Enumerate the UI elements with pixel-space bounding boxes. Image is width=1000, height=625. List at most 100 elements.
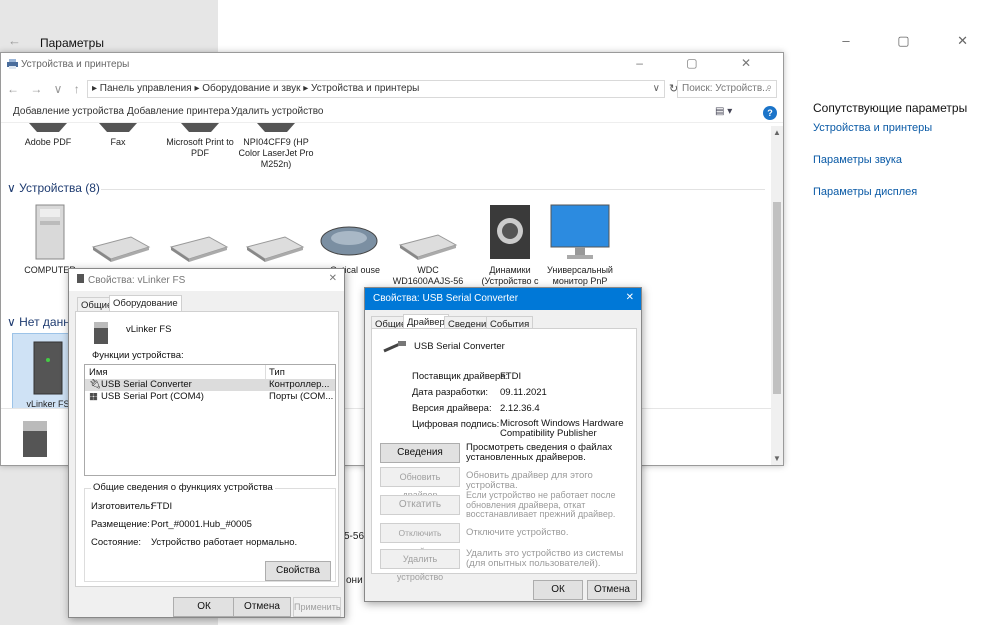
link-devices-printers[interactable]: Устройства и принтеры: [813, 122, 993, 134]
nav-arrows[interactable]: ← → ∨ ↑: [7, 82, 84, 96]
device-computer[interactable]: COMPUTER: [11, 203, 89, 276]
uninstall-device-button[interactable]: Удалить устройство: [380, 549, 460, 582]
device-name: USB Serial Converter: [414, 341, 505, 352]
manufacturer-value: FTDI: [151, 501, 173, 512]
manufacturer-label: Изготовитель:: [91, 501, 153, 512]
driver-details-button[interactable]: Сведения: [380, 443, 460, 463]
signer-label: Цифровая подпись:: [412, 419, 500, 430]
add-device-button[interactable]: Добавление устройства: [13, 106, 124, 117]
usb-plug-icon: 🔌︎: [89, 379, 102, 390]
properties-button[interactable]: Свойства: [265, 561, 331, 581]
ok-button[interactable]: ОК: [173, 597, 235, 617]
rollback-button[interactable]: Откатить: [380, 495, 460, 515]
group-divider: [101, 189, 765, 190]
functions-table[interactable]: Имя Тип 🔌︎ USB Serial Converter Контролл…: [84, 364, 336, 476]
device-label: NPI04CFF9 (HP Color LaserJet Pro M252n): [238, 137, 314, 169]
disable-device-button[interactable]: Отключить устройство: [380, 523, 460, 556]
remove-device-button[interactable]: Удалить устройство: [231, 106, 323, 117]
version-label: Версия драйвера:: [412, 403, 492, 414]
address-bar[interactable]: ▸ Панель управления ▸ Оборудование и зву…: [87, 80, 665, 98]
row-name: USB Serial Port (COM4): [101, 391, 204, 402]
back-icon[interactable]: ←: [8, 33, 21, 48]
device-speakers[interactable]: Динамики (Устройство с: [471, 203, 549, 287]
dialog-title: Свойства: vLinker FS: [88, 275, 186, 286]
printer-hp[interactable]: NPI04CFF9 (HP Color LaserJet Pro M252n): [237, 123, 315, 170]
column-separator: [265, 365, 266, 379]
printer-icon: [181, 123, 219, 132]
dp-window-controls[interactable]: – ▢ ✕: [636, 56, 771, 70]
scroll-down-icon[interactable]: ▼: [773, 454, 781, 463]
fax-icon: [99, 123, 137, 132]
close-icon[interactable]: ✕: [329, 273, 337, 284]
cancel-button[interactable]: Отмена: [233, 597, 291, 617]
vlinker-properties-dialog: Свойства: vLinker FS ✕ Общие Оборудовани…: [68, 268, 345, 618]
status-label: Состояние:: [91, 537, 142, 548]
search-placeholder: Поиск: Устройств...: [682, 83, 771, 94]
date-label: Дата разработки:: [412, 387, 489, 398]
rollback-desc: Если устройство не работает после обновл…: [466, 490, 616, 519]
details-device-icon: [23, 421, 47, 457]
devices-group-header[interactable]: ∨ Устройства (8): [7, 181, 100, 195]
dialog-titlebar: Свойства: USB Serial Converter ✕: [365, 288, 641, 310]
view-options-icon[interactable]: ▤ ▾: [715, 106, 732, 117]
mouse-icon: [320, 226, 378, 256]
monitor-icon: [550, 204, 610, 259]
device-monitor[interactable]: Универсальный монитор PnP: [541, 203, 619, 287]
background-text: они: [346, 575, 363, 586]
date-value: 09.11.2021: [500, 387, 547, 398]
device-label: Динамики (Устройство с: [481, 265, 539, 286]
search-input[interactable]: Поиск: Устройств... ⌕: [677, 80, 777, 98]
related-settings: Сопутствующие параметры Устройства и при…: [813, 101, 993, 218]
apply-button[interactable]: Применить: [293, 597, 341, 617]
col-name-header[interactable]: Имя: [89, 367, 108, 378]
device-label: Adobe PDF: [24, 137, 72, 147]
summary-group-label: Общие сведения о функциях устройства: [91, 482, 275, 493]
vertical-scrollbar[interactable]: ▲ ▼: [771, 126, 783, 465]
update-driver-button[interactable]: Обновить драйвер: [380, 467, 460, 500]
printer-fax[interactable]: Fax: [79, 123, 157, 148]
summary-groupbox: Общие сведения о функциях устройства Изг…: [84, 482, 336, 582]
driver-panel: USB Serial Converter Поставщик драйвера:…: [371, 328, 637, 582]
table-row-selected[interactable]: 🔌︎ USB Serial Converter Контроллер...: [85, 379, 335, 391]
driver-details-desc: Просмотреть сведения о файлах установлен…: [466, 442, 613, 463]
location-value: Port_#0001.Hub_#0005: [151, 519, 252, 530]
link-display-settings[interactable]: Параметры дисплея: [813, 186, 993, 198]
link-sound-settings[interactable]: Параметры звука: [813, 154, 993, 166]
printer-icon: [257, 123, 295, 132]
device-small-icon: [77, 274, 84, 283]
dp-window-title: Устройства и принтеры: [21, 59, 130, 70]
tab-hardware[interactable]: Оборудование: [109, 295, 182, 311]
settings-window-controls[interactable]: – ▢ ✕: [842, 33, 990, 49]
location-label: Размещение:: [91, 519, 150, 530]
related-settings-heading: Сопутствующие параметры: [813, 101, 968, 115]
cancel-button[interactable]: Отмена: [587, 580, 637, 600]
uninstall-device-desc: Удалить это устройство из системы (для о…: [466, 548, 624, 569]
status-value: Устройство работает нормально.: [151, 537, 298, 548]
address-dropdown-icon[interactable]: ∨: [653, 83, 660, 94]
breadcrumb[interactable]: ▸ Панель управления ▸ Оборудование и зву…: [92, 83, 419, 94]
close-icon[interactable]: ✕: [626, 292, 634, 303]
scroll-thumb[interactable]: [773, 202, 781, 394]
usb-cable-icon: [383, 341, 406, 353]
port-icon: ▦: [89, 391, 98, 402]
table-row[interactable]: ▦ USB Serial Port (COM4) Порты (COM...: [85, 391, 335, 403]
col-type-header[interactable]: Тип: [269, 367, 285, 378]
help-icon[interactable]: ?: [763, 106, 777, 120]
ok-button[interactable]: ОК: [533, 580, 583, 600]
add-printer-button[interactable]: Добавление принтера: [127, 106, 230, 117]
search-icon: ⌕: [766, 82, 772, 93]
provider-value: FTDI: [500, 371, 522, 382]
row-name: USB Serial Converter: [101, 379, 192, 390]
signer-value: Microsoft Windows Hardware Compatibility…: [500, 418, 624, 439]
computer-tower-icon: [33, 341, 63, 395]
device-wdc-drive[interactable]: WDC WD1600AAJS-56: [389, 233, 467, 287]
printer-ms-print-pdf[interactable]: Microsoft Print to PDF: [161, 123, 239, 159]
background-text: 5-56: [344, 531, 365, 542]
address-row: ← → ∨ ↑ ▸ Панель управления ▸ Оборудован…: [1, 78, 783, 100]
printer-adobe-pdf[interactable]: Adobe PDF: [9, 123, 87, 148]
scroll-up-icon[interactable]: ▲: [773, 128, 781, 137]
printer-icon: [29, 123, 67, 132]
dp-toolbar: Добавление устройства Добавление принтер…: [1, 103, 783, 123]
devices-group-label: Устройства (8): [19, 181, 100, 195]
device-label: WDC WD1600AAJS-56: [392, 265, 464, 286]
